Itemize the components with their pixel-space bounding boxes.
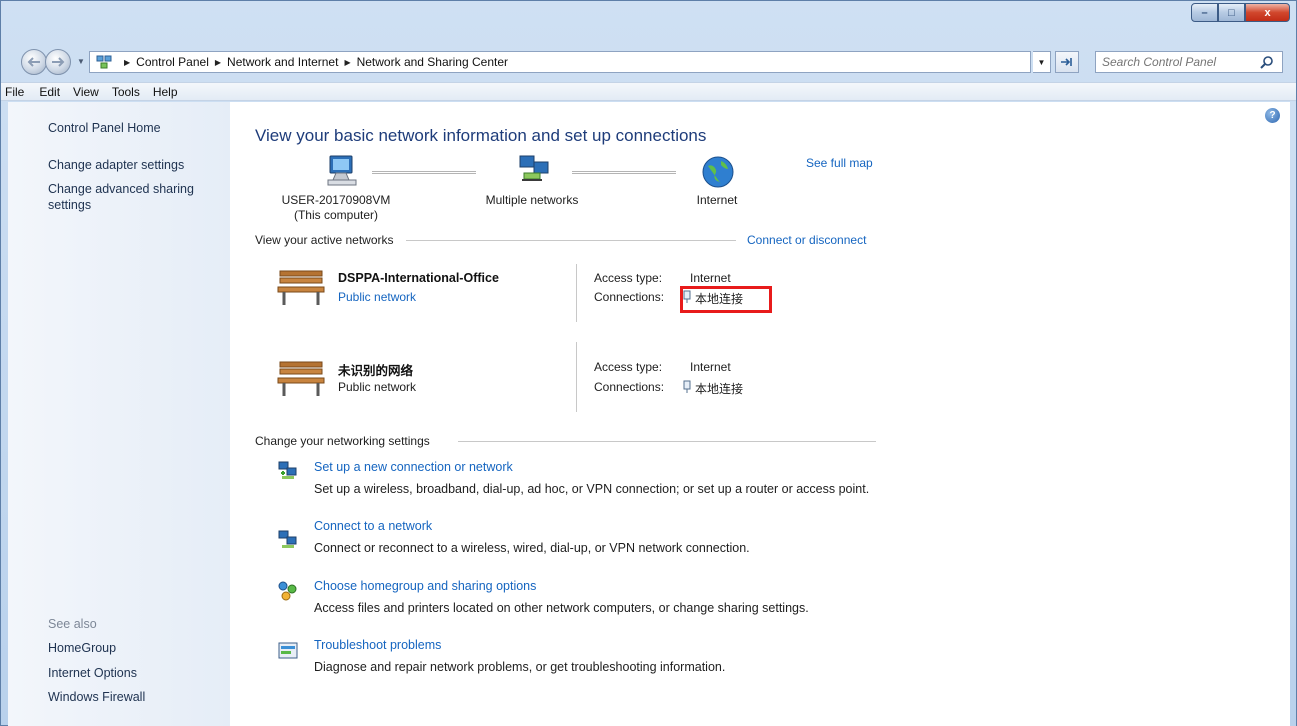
search-box	[1095, 51, 1283, 73]
address-row: ▼ ▶ Control Panel ▶ Network and Internet…	[1, 45, 1296, 77]
help-icon[interactable]: ?	[1265, 108, 1280, 123]
computer-name: USER-20170908VM	[281, 193, 391, 207]
homegroup-icon[interactable]	[277, 580, 299, 602]
left-pane: Control Panel Home Change adapter settin…	[8, 102, 230, 726]
network-location-icon	[96, 55, 112, 69]
connect-or-disconnect-link[interactable]: Connect or disconnect	[747, 233, 866, 247]
breadcrumb-sep: ▶	[214, 57, 222, 67]
see-full-map-link[interactable]: See full map	[806, 156, 873, 170]
task-desc-new-connection: Set up a wireless, broadband, dial-up, a…	[314, 482, 870, 496]
new-connection-icon[interactable]	[277, 459, 299, 481]
caption-buttons: – □ x	[1191, 3, 1290, 22]
breadcrumb-sep: ▶	[124, 57, 131, 67]
recent-pages-dropdown[interactable]: ▼	[77, 57, 85, 66]
change-settings-header: Change your networking settings	[255, 434, 430, 448]
active-networks-header: View your active networks	[255, 233, 394, 247]
network-name: 未识别的网络	[338, 364, 414, 378]
back-button[interactable]	[21, 49, 47, 75]
breadcrumb-sharing-center[interactable]: Network and Sharing Center	[357, 55, 508, 69]
see-also-label: See also	[48, 617, 97, 631]
bench-icon	[277, 270, 325, 305]
window-frame: – □ x ▼ ▶ Control Panel ▶ Network and In…	[0, 0, 1297, 726]
page-title: View your basic network information and …	[255, 126, 707, 145]
globe-icon[interactable]	[701, 155, 735, 189]
close-button[interactable]: x	[1245, 3, 1290, 22]
access-type-value: Internet	[690, 271, 731, 285]
refresh-icon	[1061, 58, 1072, 66]
network-name: DSPPA-International-Office	[338, 271, 499, 285]
ethernet-icon	[683, 380, 691, 393]
address-bar[interactable]: ▶ Control Panel ▶ Network and Internet ▶…	[89, 51, 1031, 73]
map-connector-line	[372, 171, 476, 174]
address-dropdown-button[interactable]: ▼	[1033, 51, 1051, 73]
multiple-networks-label: Multiple networks	[485, 193, 579, 207]
minimize-button[interactable]: –	[1191, 3, 1218, 22]
breadcrumb-network-internet[interactable]: Network and Internet	[227, 55, 338, 69]
windows-firewall-link[interactable]: Windows Firewall	[48, 689, 145, 705]
breadcrumb-control-panel[interactable]: Control Panel	[136, 55, 209, 69]
troubleshoot-icon[interactable]	[277, 640, 299, 662]
access-type-label: Access type:	[594, 360, 663, 374]
title-bar: – □ x	[1, 1, 1296, 45]
forward-button[interactable]	[45, 49, 71, 75]
task-desc-homegroup: Access files and printers located on oth…	[314, 601, 809, 615]
task-title-new-connection[interactable]: Set up a new connection or network	[314, 460, 513, 474]
breadcrumb-sep: ▶	[344, 57, 351, 67]
map-connector-line	[572, 171, 676, 174]
network-divider	[576, 342, 577, 412]
task-title-connect-network[interactable]: Connect to a network	[314, 519, 432, 533]
network-divider	[576, 264, 577, 322]
highlight-box	[680, 286, 772, 313]
menu-file[interactable]: File	[5, 85, 24, 99]
menu-bar: File Edit View Tools Help	[1, 82, 1296, 101]
network-type-link[interactable]: Public network	[338, 290, 416, 304]
search-icon[interactable]	[1260, 55, 1274, 69]
change-adapter-settings-link[interactable]: Change adapter settings	[48, 157, 184, 173]
task-title-homegroup[interactable]: Choose homegroup and sharing options	[314, 579, 536, 593]
connections-label: Connections:	[594, 380, 665, 394]
task-desc-connect-network: Connect or reconnect to a wireless, wire…	[314, 541, 750, 555]
menu-edit[interactable]: Edit	[39, 85, 60, 99]
section-divider	[458, 441, 876, 442]
network-type: Public network	[338, 380, 417, 394]
content-area: Control Panel Home Change adapter settin…	[8, 102, 1290, 726]
main-pane: ? View your basic network information an…	[230, 102, 1290, 726]
internet-options-link[interactable]: Internet Options	[48, 665, 137, 681]
computer-subtitle: (This computer)	[293, 208, 379, 222]
task-desc-troubleshoot: Diagnose and repair network problems, or…	[314, 660, 726, 674]
control-panel-home-link[interactable]: Control Panel Home	[48, 120, 161, 136]
connections-label: Connections:	[594, 290, 665, 304]
change-advanced-sharing-link[interactable]: Change advanced sharing settings	[48, 181, 213, 213]
forward-arrow-icon	[52, 57, 65, 67]
connect-network-icon[interactable]	[277, 528, 299, 550]
computer-icon[interactable]	[324, 154, 360, 188]
maximize-button[interactable]: □	[1218, 3, 1245, 22]
refresh-button[interactable]	[1055, 51, 1079, 73]
back-arrow-icon	[27, 57, 40, 67]
homegroup-link[interactable]: HomeGroup	[48, 640, 116, 656]
bench-icon	[277, 361, 325, 396]
computer-label: USER-20170908VM (This computer)	[270, 193, 402, 223]
internet-label: Internet	[696, 193, 738, 207]
section-divider	[406, 240, 736, 241]
access-type-label: Access type:	[594, 271, 663, 285]
menu-help[interactable]: Help	[153, 85, 178, 99]
search-input[interactable]	[1096, 55, 1256, 69]
menu-tools[interactable]: Tools	[112, 85, 140, 99]
task-title-troubleshoot[interactable]: Troubleshoot problems	[314, 638, 441, 652]
menu-view[interactable]: View	[73, 85, 99, 99]
multiple-networks-icon[interactable]	[516, 154, 552, 188]
local-connection-link[interactable]: 本地连接	[695, 380, 743, 397]
access-type-value: Internet	[690, 360, 731, 374]
